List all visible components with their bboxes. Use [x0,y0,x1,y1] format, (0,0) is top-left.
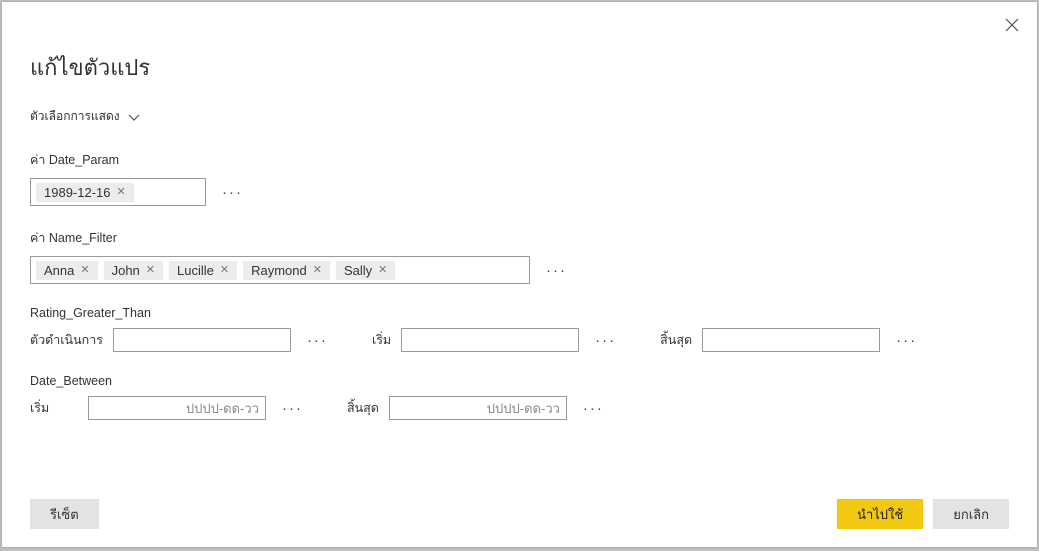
date-between-start-label: เริ่ม [30,398,78,418]
rating-end-input[interactable] [702,328,880,352]
display-options-label: ตัวเลือกการแสดง [30,107,120,126]
date-param-more-button[interactable]: ··· [222,184,243,201]
name-filter-pill: Anna✕ [36,261,98,280]
reset-button[interactable]: รีเซ็ต [30,499,99,529]
rating-end-label: สิ้นสุด [660,330,692,350]
remove-pill-icon[interactable]: ✕ [146,265,155,276]
close-icon [1005,18,1019,32]
chevron-down-icon [128,113,140,121]
rating-start-label: เริ่ม [372,330,391,350]
remove-pill-icon[interactable]: ✕ [80,265,89,276]
name-filter-input[interactable]: Anna✕ John✕ Lucille✕ Raymond✕ Sally✕ [30,256,530,284]
name-filter-pill: Sally✕ [336,261,395,280]
date-between-end-input[interactable] [389,396,567,420]
date-param-input[interactable]: 1989-12-16 ✕ [30,178,206,206]
date-param-value: 1989-12-16 [44,185,111,200]
operator-more-button[interactable]: ··· [307,332,328,349]
remove-pill-icon[interactable]: ✕ [378,265,387,276]
rating-start-input[interactable] [401,328,579,352]
edit-variables-dialog: แก้ไขตัวแปร ตัวเลือกการแสดง ค่า Date_Par… [2,2,1037,547]
operator-input[interactable] [113,328,291,352]
date-param-field: ค่า Date_Param 1989-12-16 ✕ ··· [30,150,1009,206]
remove-pill-icon[interactable]: ✕ [117,187,126,198]
remove-pill-icon[interactable]: ✕ [220,265,229,276]
date-param-pill: 1989-12-16 ✕ [36,183,134,202]
dialog-title: แก้ไขตัวแปร [30,50,1009,85]
date-between-start-input[interactable] [88,396,266,420]
date-between-field: Date_Between เริ่ม ··· สิ้นสุด ··· [30,374,1009,420]
date-between-end-more-button[interactable]: ··· [583,400,604,417]
rating-label: Rating_Greater_Than [30,306,1009,320]
dialog-footer: รีเซ็ต นำไปใช้ ยกเลิก [30,499,1009,529]
apply-button[interactable]: นำไปใช้ [837,499,923,529]
cancel-button[interactable]: ยกเลิก [933,499,1009,529]
rating-field: Rating_Greater_Than ตัวดำเนินการ ··· เริ… [30,306,1009,352]
date-between-end-label: สิ้นสุด [347,398,379,418]
close-button[interactable] [1005,18,1019,37]
rating-end-more-button[interactable]: ··· [896,332,917,349]
date-between-start-more-button[interactable]: ··· [282,400,303,417]
remove-pill-icon[interactable]: ✕ [313,265,322,276]
date-between-label: Date_Between [30,374,1009,388]
display-options-toggle[interactable]: ตัวเลือกการแสดง [30,107,140,126]
name-filter-label: ค่า Name_Filter [30,228,1009,248]
name-filter-pill: John✕ [104,261,163,280]
rating-start-more-button[interactable]: ··· [595,332,616,349]
name-filter-pill: Raymond✕ [243,261,330,280]
name-filter-pill: Lucille✕ [169,261,237,280]
date-param-label: ค่า Date_Param [30,150,1009,170]
operator-label: ตัวดำเนินการ [30,330,103,350]
name-filter-field: ค่า Name_Filter Anna✕ John✕ Lucille✕ Ray… [30,228,1009,284]
name-filter-more-button[interactable]: ··· [546,262,567,279]
